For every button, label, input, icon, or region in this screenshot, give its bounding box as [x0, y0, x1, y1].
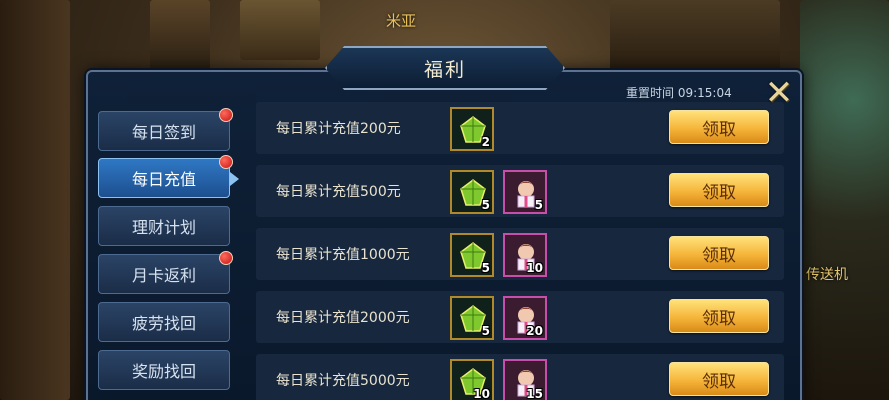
notification-dot-icon: [219, 251, 233, 265]
claim-button[interactable]: 领取: [669, 299, 769, 333]
reward-item-slot[interactable]: 5: [450, 296, 494, 340]
reward-item-slot[interactable]: 5: [450, 233, 494, 277]
reward-item-slot[interactable]: 10: [503, 233, 547, 277]
close-button[interactable]: ✕: [762, 76, 796, 110]
reward-row: 每日累计充值1000元 5 10 领取: [256, 228, 784, 280]
reward-condition-label: 每日累计充值200元: [276, 121, 401, 137]
reward-condition-label: 每日累计充值1000元: [276, 247, 410, 263]
tab-3[interactable]: 理财计划: [98, 206, 230, 246]
wooden-door: [150, 0, 210, 70]
notification-dot-icon: [219, 108, 233, 122]
shelf: [240, 0, 320, 60]
tab-label: 每日签到: [131, 123, 196, 142]
item-quantity: 10: [473, 387, 490, 400]
item-quantity: 5: [481, 261, 490, 275]
reward-condition-label: 每日累计充值5000元: [276, 373, 410, 389]
claim-button[interactable]: 领取: [669, 173, 769, 207]
reward-item-slot[interactable]: 5: [503, 170, 547, 214]
reward-item-slot[interactable]: 2: [450, 107, 494, 151]
reset-time-text: 重置时间 09:15:04: [626, 86, 732, 100]
claim-button[interactable]: 领取: [669, 110, 769, 144]
tab-2[interactable]: 每日充值: [98, 155, 239, 198]
item-quantity: 2: [481, 135, 490, 149]
panel-title-plate: 福利: [325, 46, 565, 90]
tab-label: 奖励找回: [131, 362, 196, 381]
left-wall: [0, 0, 70, 400]
tab-6[interactable]: 奖励找回: [98, 350, 230, 390]
npc-name-label[interactable]: 米亚: [386, 10, 416, 31]
item-quantity: 5: [481, 324, 490, 338]
tab-label: 理财计划: [131, 218, 196, 237]
item-quantity: 15: [526, 387, 543, 400]
tab-label: 每日充值: [131, 170, 196, 189]
reward-row: 每日累计充值500元 5 5 领取: [256, 165, 784, 217]
claim-button[interactable]: 领取: [669, 236, 769, 270]
teleporter-device: [800, 0, 889, 400]
tab-label: 月卡返利: [131, 266, 196, 285]
reward-row: 每日累计充值2000元 5 20 领取: [256, 291, 784, 343]
teleporter-label[interactable]: 传送机: [806, 264, 848, 284]
tab-1[interactable]: 每日签到: [98, 108, 233, 151]
item-quantity: 5: [534, 198, 543, 212]
tab-5[interactable]: 疲劳找回: [98, 302, 230, 342]
reward-row: 每日累计充值200元 2 领取: [256, 102, 784, 154]
active-tab-arrow-icon: [230, 172, 239, 186]
reward-item-slot[interactable]: 10: [450, 359, 494, 400]
item-quantity: 10: [526, 261, 543, 275]
item-quantity: 20: [526, 324, 543, 338]
reward-item-slot[interactable]: 5: [450, 170, 494, 214]
item-quantity: 5: [481, 198, 490, 212]
cabinet: [610, 0, 780, 70]
panel-title: 福利: [423, 58, 466, 81]
tab-4[interactable]: 月卡返利: [98, 251, 233, 294]
reward-item-slot[interactable]: 20: [503, 296, 547, 340]
reward-condition-label: 每日累计充值2000元: [276, 310, 410, 326]
reward-item-slot[interactable]: 15: [503, 359, 547, 400]
tab-label: 疲劳找回: [131, 314, 196, 333]
reward-row: 每日累计充值5000元 10 15 领取: [256, 354, 784, 400]
claim-button[interactable]: 领取: [669, 362, 769, 396]
reward-condition-label: 每日累计充值500元: [276, 184, 401, 200]
notification-dot-icon: [219, 155, 233, 169]
close-icon: ✕: [764, 73, 794, 113]
